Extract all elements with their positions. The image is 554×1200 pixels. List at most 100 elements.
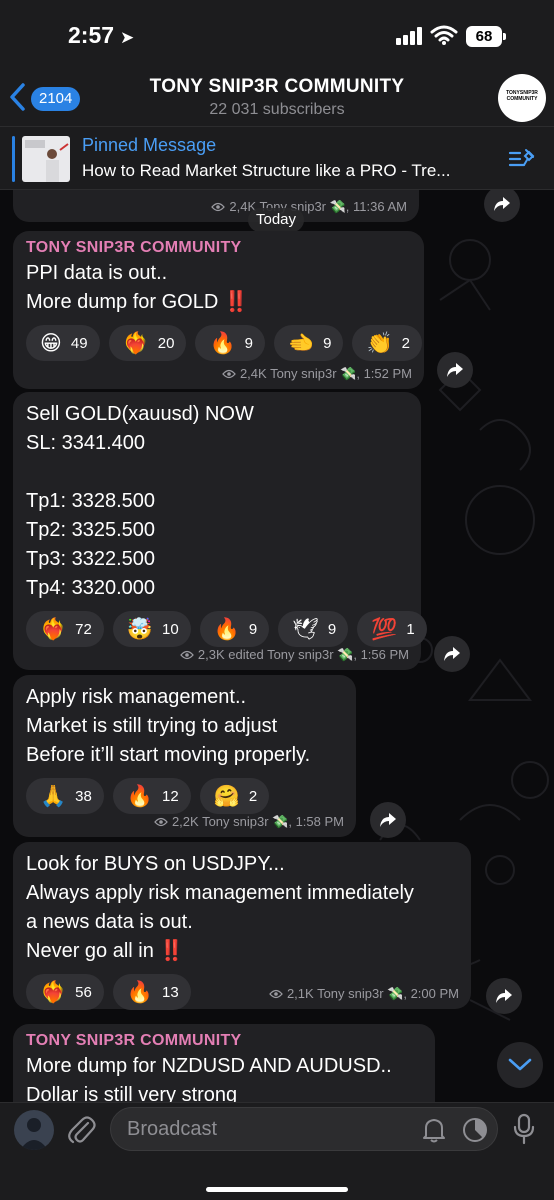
reaction-emoji: 🔥 [126,980,153,1004]
reaction-emoji: 🤯 [126,617,153,641]
message-meta: 2,1K Tony snip3r 💸, 2:00 PM [269,986,459,1002]
message-text-line: Always apply risk management immediately [26,882,414,904]
reactions-row: 😁 49 ❤️‍🔥 20 🔥 9 🫲 9 👏 2 [26,325,422,361]
share-arrow-icon [447,363,463,377]
message-text-line: Tp4: 3320.000 [26,577,155,599]
message-bubble[interactable]: Look for BUYS on USDJPY... Always apply … [13,842,471,1010]
channel-avatar[interactable]: TONYSNIP3R COMMUNITY [498,74,546,122]
reaction-count: 2 [248,787,258,805]
reaction-chip[interactable]: 😁 49 [26,325,100,361]
reaction-chip[interactable]: 🔥 9 [195,325,265,361]
reaction-chip[interactable]: 🕊 9 [278,611,349,647]
subscriber-count: 22 031 subscribers [209,101,345,118]
message-sender: TONY SNIP3R COMMUNITY [26,239,242,256]
message-text-line: SL: 3341.400 [26,432,145,454]
message-text-line: Before it’ll start moving properly. [26,744,311,766]
status-time: 2:57 ➤ [68,22,135,48]
reaction-chip[interactable]: 🔥 13 [112,974,191,1010]
message-sender: TONY SNIP3R COMMUNITY [26,1032,242,1049]
chat-header: 2104 TONY SNIP3R COMMUNITY 22 031 subscr… [0,70,554,126]
share-button[interactable] [437,352,473,388]
timer-icon[interactable] [462,1117,488,1143]
message-text-line: Never go all in ‼️ [26,940,185,962]
send-as-avatar[interactable] [14,1110,54,1150]
reaction-chip[interactable]: 🤯 10 [112,611,191,647]
message-meta: 2,2K Tony snip3r 💸, 1:58 PM [154,814,344,830]
message-bubble[interactable]: 2,4K Tony snip3r 💸, 11:36 AM [13,190,419,222]
share-button[interactable] [484,190,520,222]
back-chevron-icon[interactable] [8,82,28,112]
message-bubble[interactable]: Apply risk management.. Market is still … [13,675,356,837]
reaction-chip[interactable]: ❤️‍🔥 20 [108,325,187,361]
reaction-emoji: 💯 [371,617,398,641]
reaction-emoji: 🔥 [213,617,240,641]
reaction-count: 9 [244,334,253,352]
message-text-line: Sell GOLD(xauusd) NOW [26,403,254,425]
pinned-label: Pinned Message [82,135,217,155]
reaction-count: 38 [75,787,92,805]
avatar-logo-text: TONYSNIP3R COMMUNITY [506,90,538,102]
reaction-chip[interactable]: 🫲 9 [273,325,344,361]
reaction-emoji: 😁 [40,331,62,355]
message-bubble[interactable]: TONY SNIP3R COMMUNITY More dump for NZDU… [13,1024,435,1102]
pinned-message-bar[interactable]: Pinned Message How to Read Market Struct… [0,126,554,190]
message-text-line: a news data is out. [26,911,193,933]
reaction-chip[interactable]: 👏 2 [352,325,422,361]
reaction-count: 72 [75,620,92,638]
location-arrow-icon: ➤ [120,28,135,47]
reaction-count: 20 [157,334,175,352]
reaction-emoji: 👏 [366,331,393,355]
views-eye-icon [180,650,194,660]
views-eye-icon [222,369,236,379]
status-bar: 2:57 ➤ 68 [0,0,554,70]
message-text-line: Dollar is still very strong [26,1084,238,1102]
home-indicator [206,1187,348,1192]
reaction-chip[interactable]: 💯 1 [357,611,427,647]
message-list[interactable]: 2,4K Tony snip3r 💸, 11:36 AM Today TONY … [0,190,554,1102]
reaction-count: 56 [75,983,92,1001]
views-eye-icon [211,202,226,212]
reaction-chip[interactable]: 🔥 9 [199,611,270,647]
bell-icon[interactable] [422,1117,446,1143]
reaction-emoji: ❤️‍🔥 [40,617,67,641]
reactions-row: 🙏 38 🔥 12 🤗 2 [26,778,343,814]
message-meta: 2,4K Tony snip3r 💸, 1:52 PM [222,366,412,382]
back-unread-count[interactable]: 2104 [31,87,81,111]
message-text-line: Apply risk management.. [26,686,247,708]
pin-list-icon[interactable] [508,147,536,173]
share-button[interactable] [370,802,406,838]
share-arrow-icon [444,647,460,661]
message-text-line: Tp3: 3322.500 [26,548,155,570]
message-bubble[interactable]: Sell GOLD(xauusd) NOW SL: 3341.400 Tp1: … [13,392,427,670]
reaction-emoji: ❤️‍🔥 [122,331,149,355]
message-meta: 2,3K edited Tony snip3r 💸, 1:56 PM [180,647,409,663]
reaction-chip[interactable]: 🤗 2 [199,778,270,814]
message-bubble[interactable]: TONY SNIP3R COMMUNITY PPI data is out.. … [13,231,424,389]
reaction-count: 49 [70,334,88,352]
pinned-text: How to Read Market Structure like a PRO … [82,161,451,180]
scroll-to-bottom-button[interactable] [497,1042,543,1088]
reaction-count: 2 [401,334,410,352]
share-arrow-icon [494,197,510,211]
reaction-chip[interactable]: 🙏 38 [26,778,104,814]
share-arrow-icon [380,813,396,827]
views-eye-icon [154,817,168,827]
reaction-emoji: 🔥 [126,784,153,808]
views-eye-icon [269,989,283,999]
channel-title[interactable]: TONY SNIP3R COMMUNITY [100,76,454,98]
reaction-count: 12 [162,787,179,805]
message-text-line: More dump for NZDUSD AND AUDUSD.. [26,1055,392,1077]
share-button[interactable] [486,978,522,1014]
wifi-icon [430,25,458,45]
share-button[interactable] [434,636,470,672]
microphone-icon[interactable] [512,1113,536,1145]
pinned-thumbnail [22,136,70,182]
message-text-line: Tp1: 3328.500 [26,490,155,512]
reaction-chip[interactable]: ❤️‍🔥 56 [26,974,104,1010]
reaction-chip[interactable]: 🔥 12 [112,778,191,814]
paperclip-icon[interactable] [66,1113,96,1145]
reaction-chip[interactable]: ❤️‍🔥 72 [26,611,104,647]
message-text-line: Look for BUYS on USDJPY... [26,853,285,875]
reaction-count: 9 [327,620,337,638]
